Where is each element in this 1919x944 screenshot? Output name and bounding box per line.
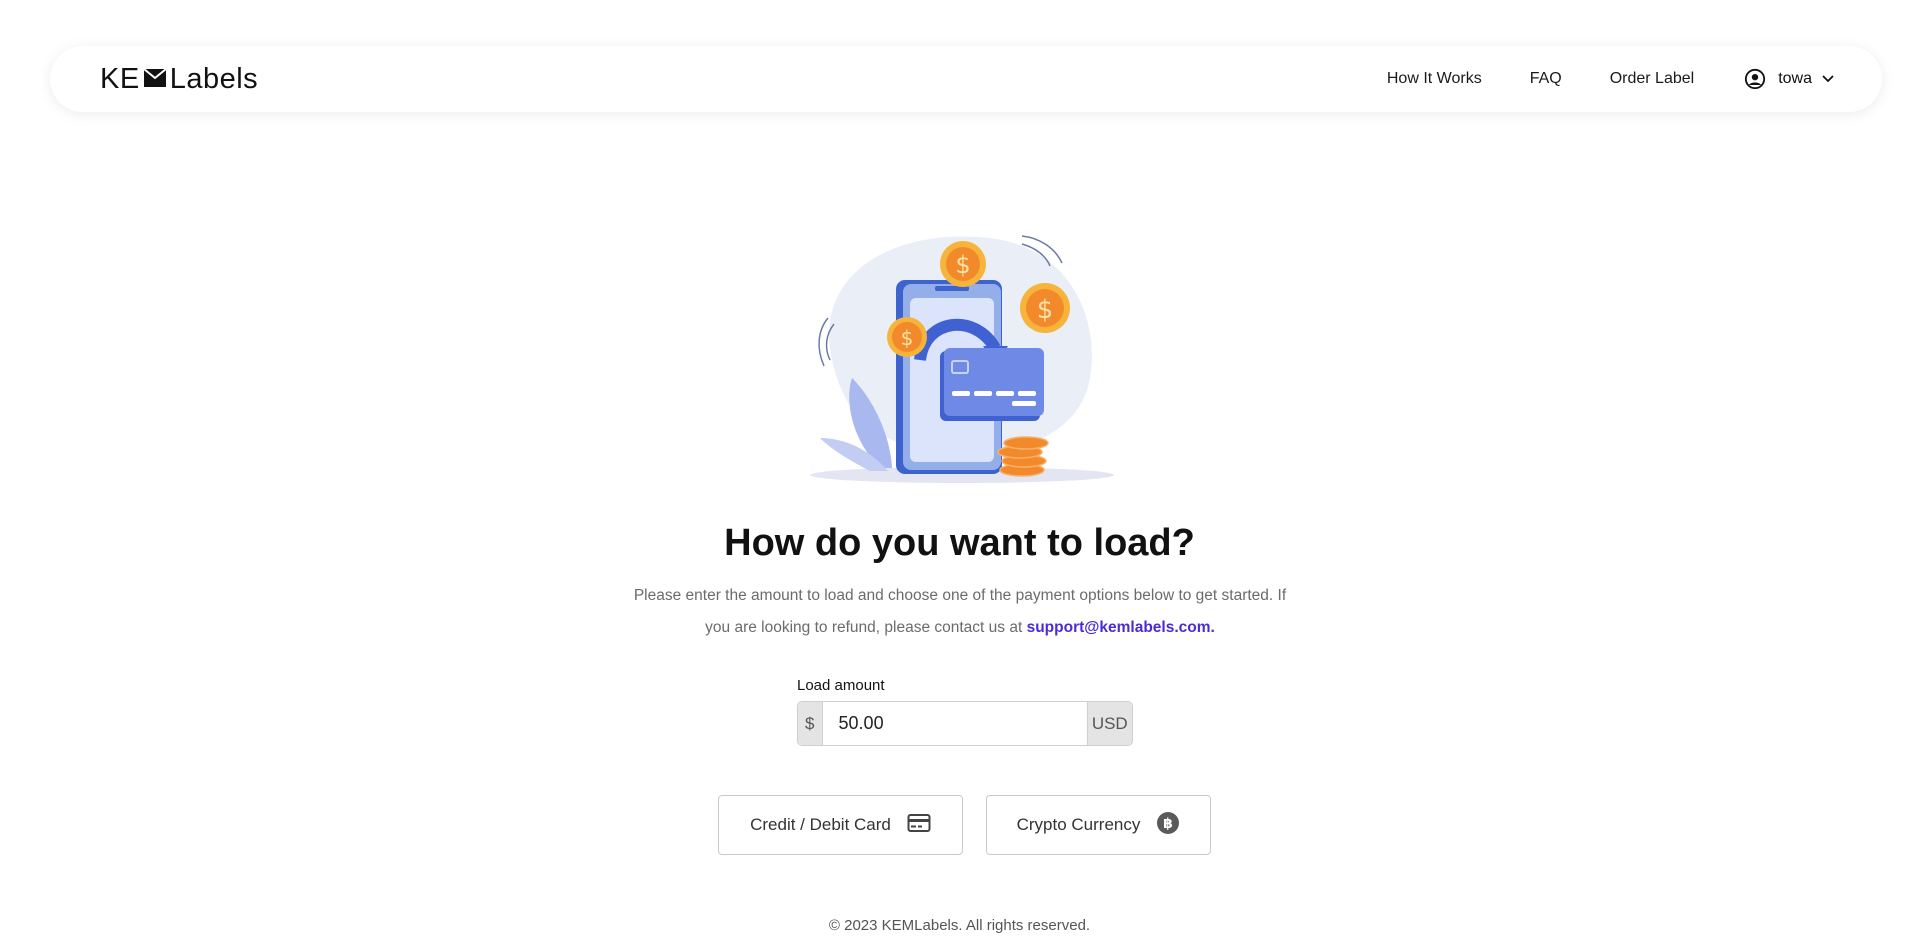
chevron-down-icon: [1822, 75, 1834, 83]
user-circle-icon: [1744, 68, 1766, 90]
support-email-link[interactable]: support@kemlabels.com.: [1027, 619, 1215, 636]
crypto-currency-label: Crypto Currency: [1016, 815, 1141, 834]
currency-code: USD: [1086, 702, 1132, 745]
load-amount-field: $ USD: [797, 701, 1133, 746]
page-description: Please enter the amount to load and choo…: [620, 580, 1300, 644]
amount-input[interactable]: [822, 702, 1087, 745]
logo-text-ke: KE: [100, 62, 140, 95]
svg-text:$: $: [955, 251, 970, 279]
footer-copyright: © 2023 KEMLabels. All rights reserved.: [828, 917, 1091, 934]
load-amount-label: Load amount: [797, 677, 885, 694]
nav-order-label[interactable]: Order Label: [1610, 70, 1695, 88]
bitcoin-icon: ฿: [1156, 811, 1180, 840]
svg-text:$: $: [1037, 295, 1054, 325]
nav-faq[interactable]: FAQ: [1530, 70, 1562, 88]
svg-text:฿: ฿: [1164, 816, 1174, 832]
credit-card-icon: [907, 813, 931, 838]
svg-text:$: $: [901, 326, 914, 350]
credit-card-label: Credit / Debit Card: [750, 815, 891, 834]
logo[interactable]: KE Labels: [100, 63, 258, 96]
currency-symbol: $: [798, 702, 823, 745]
navbar: KE Labels How It Works FAQ Order Label t…: [50, 46, 1882, 112]
credit-card-button[interactable]: Credit / Debit Card: [718, 795, 963, 855]
nav-how-it-works[interactable]: How It Works: [1387, 70, 1482, 88]
logo-text-labels: Labels: [169, 62, 259, 95]
page-title: How do you want to load?: [724, 522, 1195, 564]
main-nav: How It Works FAQ Order Label towa: [1339, 68, 1834, 90]
payment-illustration: $ $ $: [800, 228, 1130, 488]
envelope-icon: [143, 63, 167, 96]
crypto-currency-button[interactable]: Crypto Currency ฿: [986, 795, 1211, 855]
user-menu[interactable]: towa: [1744, 68, 1834, 90]
user-name: towa: [1778, 70, 1812, 87]
